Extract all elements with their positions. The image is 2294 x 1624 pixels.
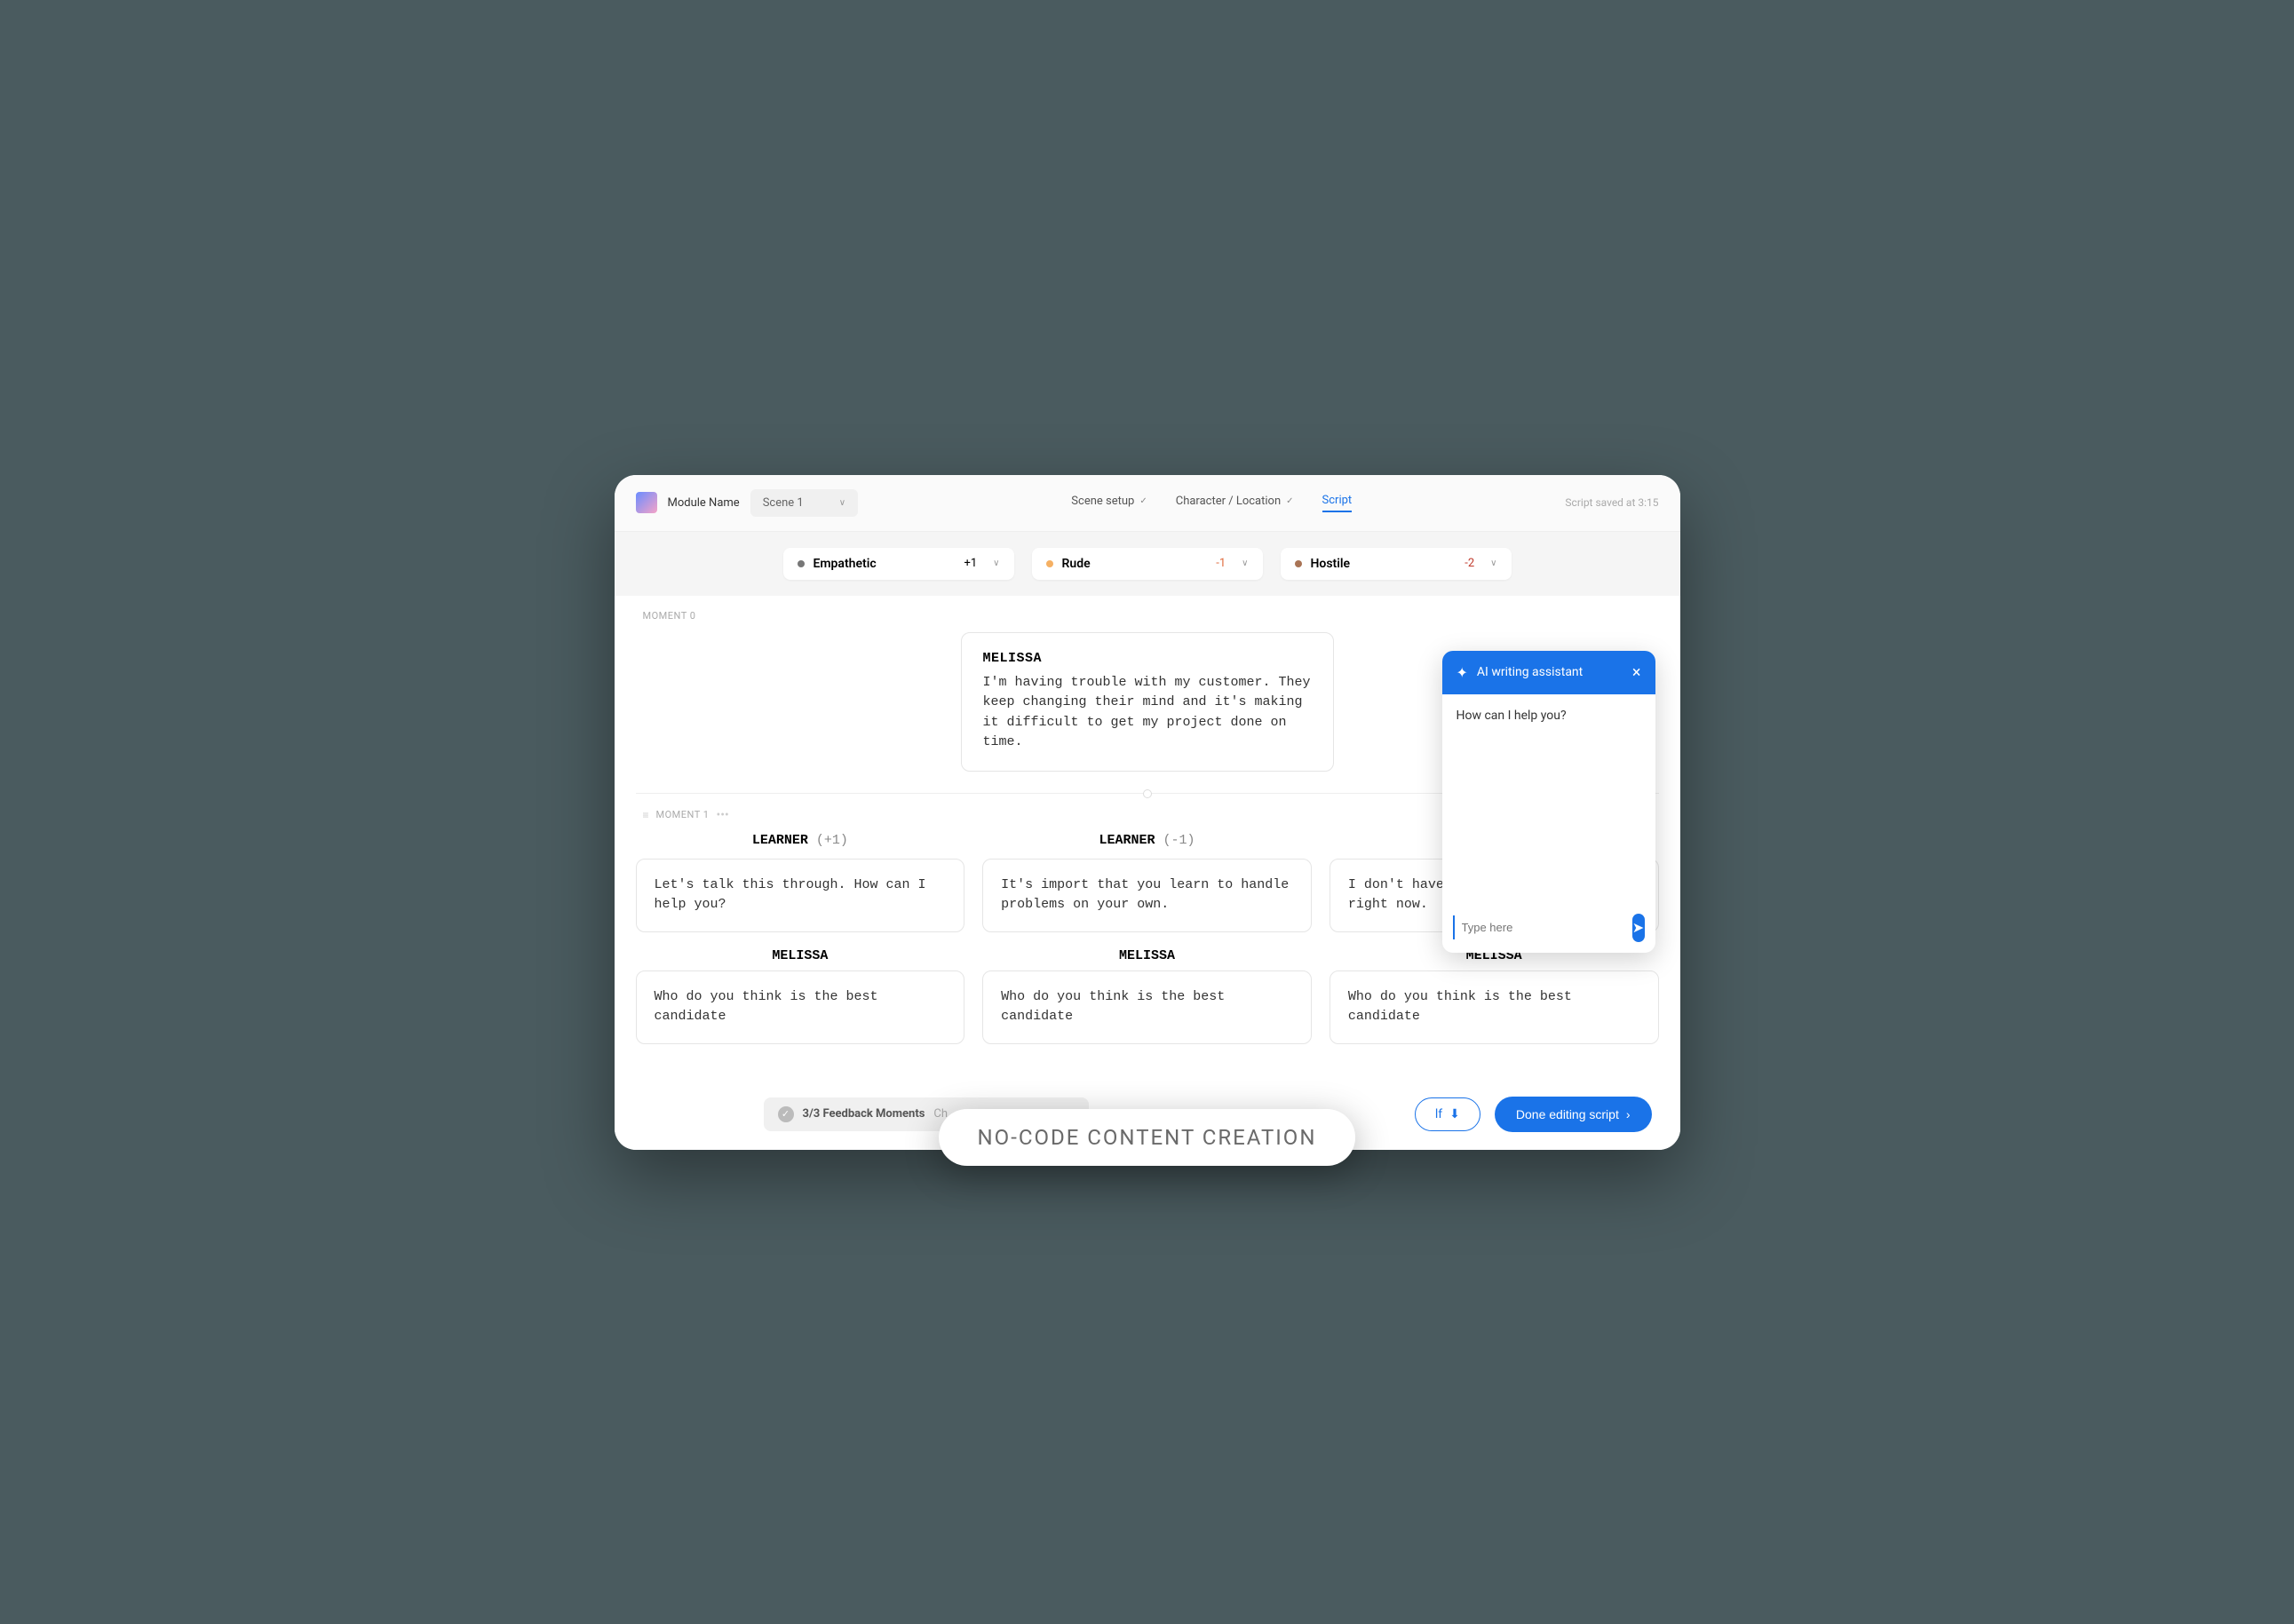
ai-input[interactable] [1453, 915, 1625, 939]
scene-dropdown[interactable]: Scene 1 ∨ [750, 489, 858, 517]
moment-0-card[interactable]: MELISSA I'm having trouble with my custo… [961, 632, 1334, 772]
send-icon: ➤ [1632, 919, 1644, 936]
branch-col-1: LEARNER (+1) Let's talk this through. Ho… [636, 833, 965, 1060]
tone-dot-icon [1046, 560, 1053, 567]
chevron-down-icon: ∨ [993, 558, 999, 568]
divider-handle-icon[interactable] [1143, 789, 1152, 798]
tone-dot-icon [798, 560, 805, 567]
ai-input-row: ➤ [1442, 903, 1655, 953]
dialogue-text: I'm having trouble with my customer. The… [983, 673, 1312, 753]
send-button[interactable]: ➤ [1632, 914, 1645, 942]
tone-dot-icon [1295, 560, 1302, 567]
ai-greeting: How can I help you? [1442, 694, 1655, 903]
scene-selected-label: Scene 1 [763, 496, 804, 510]
chevron-down-icon: ∨ [1490, 558, 1496, 568]
download-icon: ⬇ [1449, 1107, 1460, 1121]
branch-header: LEARNER (+1) [636, 833, 965, 848]
chevron-right-icon: › [1626, 1107, 1631, 1121]
reply-card[interactable]: Who do you think is the best candidate [982, 970, 1312, 1044]
save-status-label: Script saved at 3:15 [1565, 496, 1658, 509]
check-icon: ✓ [1139, 496, 1147, 506]
learner-card[interactable]: It's import that you learn to handle pro… [982, 859, 1312, 932]
ai-title: AI writing assistant [1477, 665, 1583, 679]
nav-character-location[interactable]: Character / Location ✓ [1176, 494, 1294, 512]
app-logo-icon [636, 492, 657, 513]
more-icon[interactable]: ••• [717, 808, 729, 822]
nav-scene-setup[interactable]: Scene setup ✓ [1071, 494, 1147, 512]
reply-speaker: MELISSA [636, 948, 965, 963]
tone-empathetic[interactable]: Empathetic +1 ∨ [783, 548, 1014, 580]
reply-card[interactable]: Who do you think is the best candidate [1330, 970, 1659, 1044]
drag-handle-icon[interactable]: ≡ [643, 809, 649, 821]
tone-rude[interactable]: Rude -1 ∨ [1032, 548, 1263, 580]
moment-1-label: MOMENT 1 [656, 809, 710, 820]
moment-0-label: MOMENT 0 [643, 610, 1659, 622]
app-window: Module Name Scene 1 ∨ Scene setup ✓ Char… [615, 475, 1680, 1150]
check-circle-icon: ✓ [778, 1106, 794, 1122]
export-pdf-button[interactable]: lf ⬇ [1415, 1097, 1480, 1131]
branch-col-2: LEARNER (-1) It's import that you learn … [982, 833, 1312, 1060]
reply-card[interactable]: Who do you think is the best candidate [636, 970, 965, 1044]
speaker-name: MELISSA [983, 651, 1312, 666]
tone-bar: Empathetic +1 ∨ Rude -1 ∨ Hostile -2 ∨ [615, 532, 1680, 596]
sparkle-icon: ✦ [1457, 664, 1468, 681]
module-name-label: Module Name [668, 496, 740, 510]
top-bar: Module Name Scene 1 ∨ Scene setup ✓ Char… [615, 475, 1680, 532]
reply-speaker: MELISSA [982, 948, 1312, 963]
header-nav: Scene setup ✓ Character / Location ✓ Scr… [858, 494, 1565, 512]
learner-card[interactable]: Let's talk this through. How can I help … [636, 859, 965, 932]
check-icon: ✓ [1286, 496, 1293, 506]
caption-badge: NO-CODE CONTENT CREATION [939, 1109, 1356, 1166]
ai-assistant-panel: ✦ AI writing assistant × How can I help … [1442, 651, 1655, 953]
ai-panel-header: ✦ AI writing assistant × [1442, 651, 1655, 694]
nav-script[interactable]: Script [1322, 494, 1353, 512]
chevron-down-icon: ∨ [1242, 558, 1248, 568]
chevron-down-icon: ∨ [839, 498, 845, 508]
tone-hostile[interactable]: Hostile -2 ∨ [1281, 548, 1512, 580]
branch-header: LEARNER (-1) [982, 833, 1312, 848]
done-editing-button[interactable]: Done editing script › [1495, 1097, 1652, 1132]
close-icon[interactable]: × [1632, 663, 1641, 682]
